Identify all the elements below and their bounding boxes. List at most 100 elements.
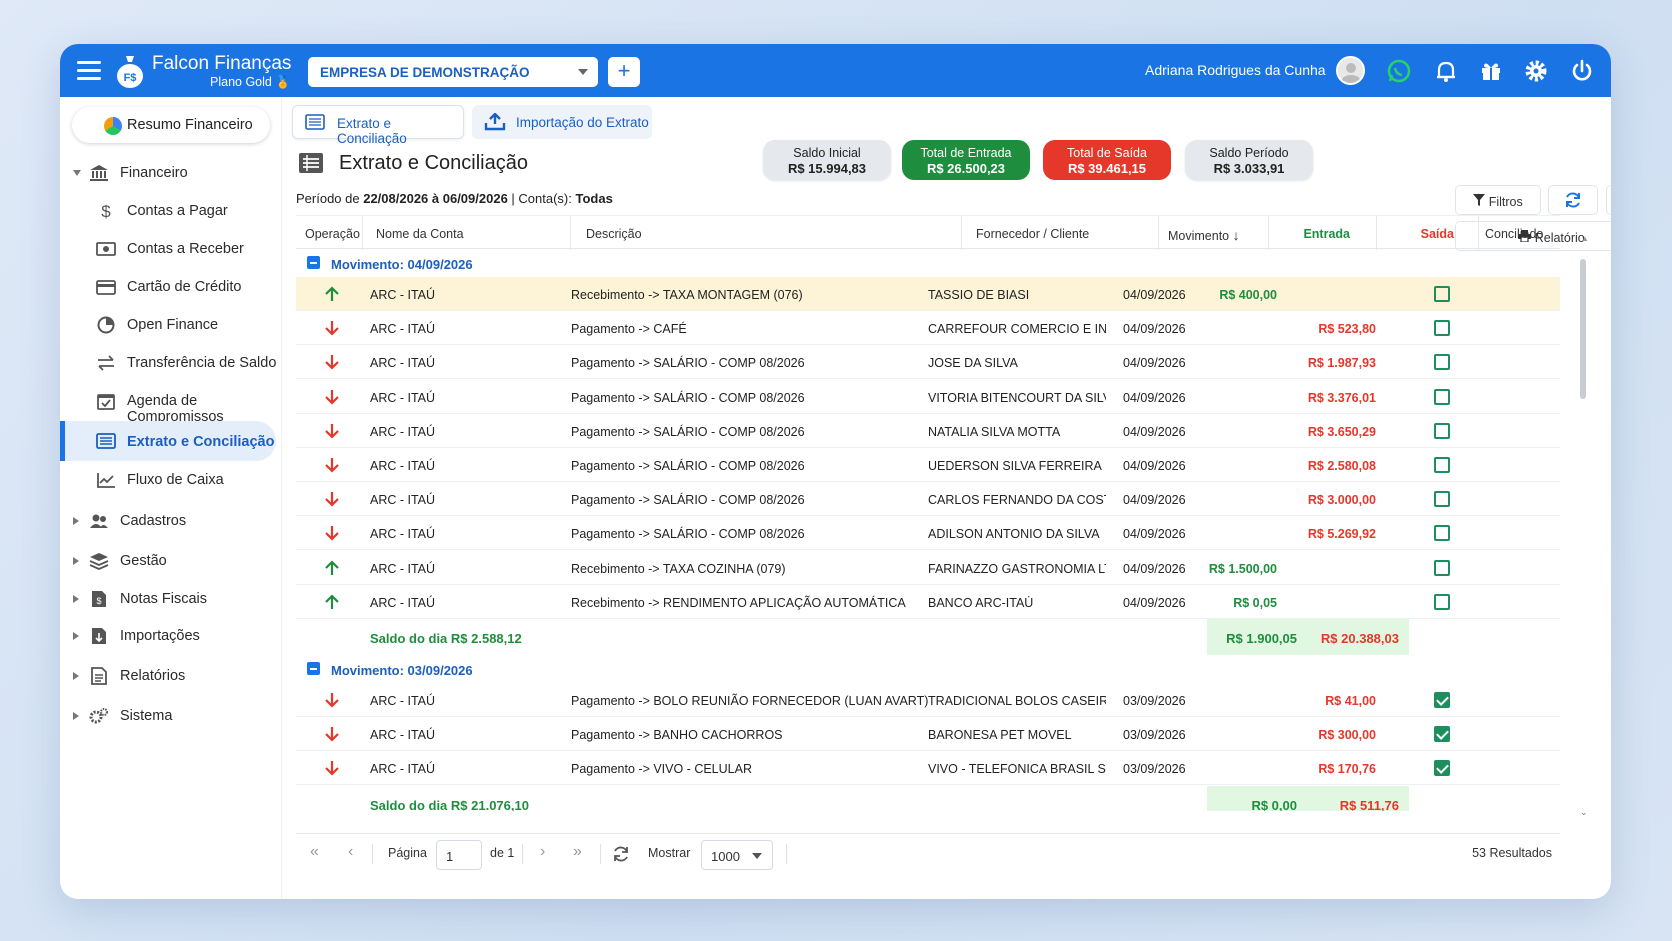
table-row[interactable]: ARC - ITAÚ Recebimento -> TAXA COZINHA (0… [296, 551, 1560, 585]
conciliado-checkbox[interactable] [1434, 559, 1450, 576]
table-row[interactable]: ARC - ITAÚ Pagamento -> SALÁRIO - COMP 08… [296, 516, 1560, 551]
sidebar-item-contas-a-receber[interactable]: Contas a Receber [60, 230, 282, 266]
conciliado-checkbox[interactable] [1434, 388, 1450, 405]
cell-descricao: Recebimento -> RENDIMENTO APLICAÇÃO AUTO… [571, 595, 906, 610]
sidebar-group-financeiro[interactable]: Financeiro [60, 154, 282, 190]
sidebar-label: Financeiro [120, 165, 188, 181]
table-row[interactable]: ARC - ITAÚ Recebimento -> TAXA MONTAGEM (… [296, 277, 1560, 311]
sidebar-group-notas-fiscais[interactable]: $ Notas Fiscais [60, 580, 282, 616]
tab-importacao-do-extrato[interactable]: Importação do Extrato [472, 105, 652, 139]
table-row[interactable]: ARC - ITAÚ Pagamento -> CAFÉ CARREFOUR COM… [296, 311, 1560, 346]
col-conciliado[interactable]: Conciliado [1485, 227, 1543, 241]
col-operacao[interactable]: Operação [305, 227, 360, 241]
gear-icon[interactable] [1522, 57, 1550, 85]
page-size-select[interactable]: 1000 [701, 840, 773, 870]
col-descricao[interactable]: Descrição [586, 227, 642, 241]
sidebar-label: Fluxo de Caixa [127, 472, 224, 488]
day-balance: Saldo do dia R$ 2.588,12 [370, 631, 522, 646]
table-row[interactable]: ARC - ITAÚ Pagamento -> SALÁRIO - COMP 08… [296, 380, 1560, 414]
col-conta[interactable]: Nome da Conta [376, 227, 464, 241]
reload-icon[interactable] [612, 845, 630, 863]
cell-movimento: 04/09/2026 [1123, 493, 1186, 508]
last-page-icon[interactable]: » [573, 843, 582, 861]
collapse-minus-icon[interactable] [307, 662, 320, 675]
gift-icon[interactable] [1477, 57, 1505, 85]
conciliado-checkbox[interactable] [1434, 354, 1450, 371]
col-movimento[interactable]: Movimento ↓ [1168, 227, 1240, 243]
cell-conta: ARC - ITAÚ [370, 694, 436, 708]
filtros-button[interactable]: Filtros [1455, 185, 1541, 215]
cell-conta: ARC - ITAÚ [370, 595, 436, 610]
group-row[interactable]: Movimento: 04/09/2026 [296, 249, 1560, 277]
table-row[interactable]: ARC - ITAÚ Pagamento -> SALÁRIO - COMP 08… [296, 345, 1560, 380]
scroll-up-icon[interactable]: ▲ [1581, 234, 1589, 243]
sidebar-group-sistema[interactable]: Sistema [60, 697, 282, 733]
conciliado-checkbox[interactable] [1434, 320, 1450, 337]
avatar[interactable] [1336, 56, 1365, 85]
power-icon[interactable] [1568, 57, 1596, 85]
cell-saida: R$ 1.987,93 [1307, 356, 1376, 371]
conciliado-checkbox[interactable] [1434, 286, 1450, 302]
cell-entrada: R$ 1.500,00 [1208, 561, 1277, 576]
conciliado-checkbox[interactable] [1434, 491, 1450, 508]
add-company-button[interactable]: + [608, 57, 640, 87]
table-row[interactable]: ARC - ITAÚ Pagamento -> VIVO - CELULAR VIV… [296, 751, 1560, 786]
cell-saida: R$ 3.650,29 [1307, 424, 1376, 439]
sidebar-label: Open Finance [127, 317, 219, 333]
resumo-label: Resumo Financeiro [127, 117, 253, 133]
cell-movimento: 04/09/2026 [1123, 424, 1186, 439]
col-entrada[interactable]: Entrada [1303, 227, 1350, 241]
sidebar-group-gestao[interactable]: Gestão [60, 542, 282, 578]
sidebar-item-transferencia-de-saldo[interactable]: Transferência de Saldo [60, 344, 282, 380]
sidebar-group-relatorios[interactable]: Relatórios [60, 657, 282, 693]
sidebar-group-importacoes[interactable]: Importações [60, 617, 282, 653]
tab-extrato-e-conciliacao[interactable]: Extrato e Conciliação [292, 105, 464, 146]
period-range: 22/08/2026 à 06/09/2026 [363, 191, 508, 206]
scroll-down-icon[interactable]: ⌄ [1580, 807, 1588, 818]
table-row[interactable]: ARC - ITAÚ Pagamento -> SALÁRIO - COMP 08… [296, 482, 1560, 517]
bell-icon[interactable] [1432, 57, 1460, 85]
conciliado-checkbox[interactable] [1434, 422, 1450, 439]
pie-chart-icon [104, 117, 122, 135]
export-excel-button[interactable] [1606, 185, 1611, 215]
col-fornecedor[interactable]: Fornecedor / Cliente [976, 227, 1089, 241]
conciliado-checkbox[interactable] [1434, 457, 1450, 473]
conciliado-checkbox[interactable] [1434, 593, 1450, 610]
scrollbar[interactable]: ▲ ⌄ [1578, 231, 1589, 821]
conciliado-checkbox[interactable] [1434, 726, 1450, 743]
col-saida[interactable]: Saída [1421, 227, 1454, 241]
next-page-icon[interactable]: › [540, 843, 545, 861]
page-label: Página [388, 846, 427, 860]
page-number-input[interactable]: 1 [436, 840, 482, 870]
prev-page-icon[interactable]: ‹ [348, 843, 353, 861]
resumo-financeiro-button[interactable]: Resumo Financeiro [72, 107, 270, 143]
chevron-right-icon [73, 557, 79, 565]
table-row[interactable]: ARC - ITAÚ Pagamento -> BOLO REUNIÃO FORN… [296, 683, 1560, 717]
table-row[interactable]: ARC - ITAÚ Pagamento -> SALÁRIO - COMP 08… [296, 414, 1560, 448]
sidebar-group-cadastros[interactable]: Cadastros [60, 502, 282, 538]
sidebar-item-contas-a-pagar[interactable]: $ Contas a Pagar [60, 192, 282, 228]
chevron-right-icon [73, 595, 79, 603]
table-row[interactable]: ARC - ITAÚ Pagamento -> BANHO CACHORROS BA… [296, 717, 1560, 752]
sidebar-item-fluxo-de-caixa[interactable]: Fluxo de Caixa [60, 461, 282, 497]
conciliado-checkbox[interactable] [1434, 760, 1450, 777]
cell-descricao: Recebimento -> TAXA COZINHA (079) [571, 561, 786, 576]
table-row[interactable]: ARC - ITAÚ Pagamento -> SALÁRIO - COMP 08… [296, 448, 1560, 482]
group-row[interactable]: Movimento: 03/09/2026 [296, 655, 1560, 683]
first-page-icon[interactable]: « [310, 843, 319, 861]
menu-icon[interactable] [77, 61, 101, 81]
refresh-button[interactable] [1548, 185, 1598, 215]
sidebar-item-open-finance[interactable]: Open Finance [60, 306, 282, 342]
company-select[interactable]: EMPRESA DE DEMONSTRAÇÃO [308, 57, 598, 87]
scrollbar-thumb[interactable] [1580, 259, 1586, 399]
whatsapp-icon[interactable] [1385, 57, 1413, 85]
conciliado-checkbox[interactable] [1434, 692, 1450, 708]
badge-label: Total de Saída [1067, 146, 1147, 160]
cell-movimento: 04/09/2026 [1123, 390, 1186, 405]
sidebar-item-agenda-de-compromissos[interactable]: Agenda de Compromissos [60, 382, 282, 425]
sidebar-item-cartao-de-credito[interactable]: Cartão de Crédito [60, 268, 282, 304]
collapse-minus-icon[interactable] [307, 256, 320, 269]
conciliado-checkbox[interactable] [1434, 525, 1450, 542]
table-row[interactable]: ARC - ITAÚ Recebimento -> RENDIMENTO APLI… [296, 585, 1560, 619]
sidebar-item-extrato-e-conciliacao[interactable]: Extrato e Conciliação [60, 421, 276, 461]
